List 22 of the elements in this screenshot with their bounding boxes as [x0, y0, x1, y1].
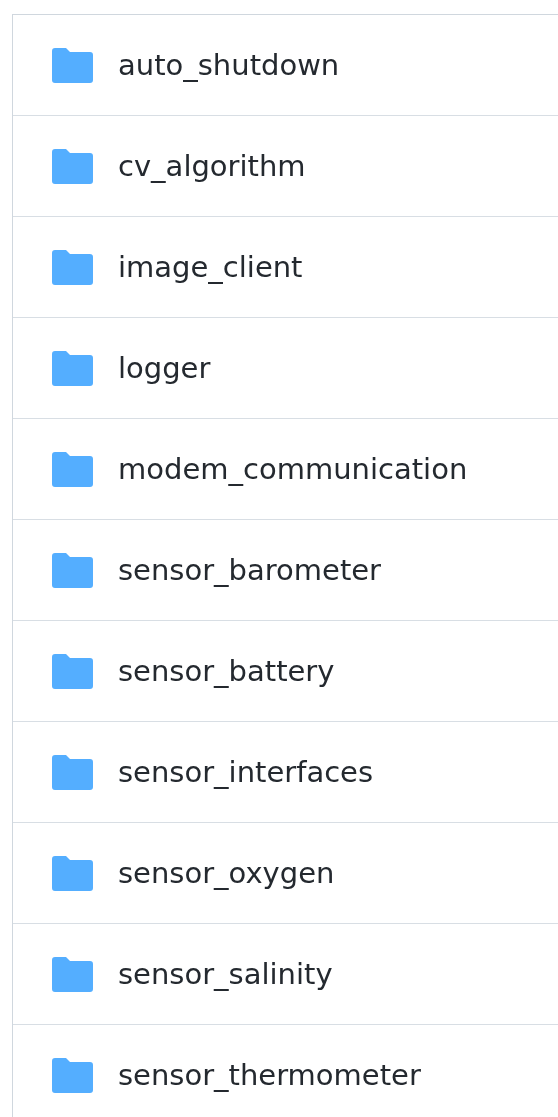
folder-icon	[52, 552, 93, 588]
folder-icon	[52, 249, 93, 285]
folder-icon	[52, 653, 93, 689]
folder-icon	[52, 754, 93, 790]
folder-link[interactable]: modem_communication	[118, 452, 468, 486]
folder-link[interactable]: sensor_thermometer	[118, 1058, 421, 1092]
folder-icon	[52, 350, 93, 386]
folder-icon	[52, 855, 93, 891]
folder-link[interactable]: sensor_oxygen	[118, 856, 335, 890]
folder-icon	[52, 956, 93, 992]
folder-link[interactable]: image_client	[118, 250, 303, 284]
folder-link[interactable]: auto_shutdown	[118, 48, 340, 82]
folder-icon	[52, 148, 93, 184]
folder-icon	[52, 47, 93, 83]
folder-icon	[52, 1057, 93, 1093]
folder-icon	[52, 451, 93, 487]
folder-link[interactable]: cv_algorithm	[118, 149, 306, 183]
folder-link[interactable]: sensor_barometer	[118, 553, 382, 587]
folder-link[interactable]: logger	[118, 351, 211, 385]
folder-link[interactable]: sensor_battery	[118, 654, 335, 688]
folder-link[interactable]: sensor_salinity	[118, 957, 333, 991]
folder-link[interactable]: sensor_interfaces	[118, 755, 374, 789]
